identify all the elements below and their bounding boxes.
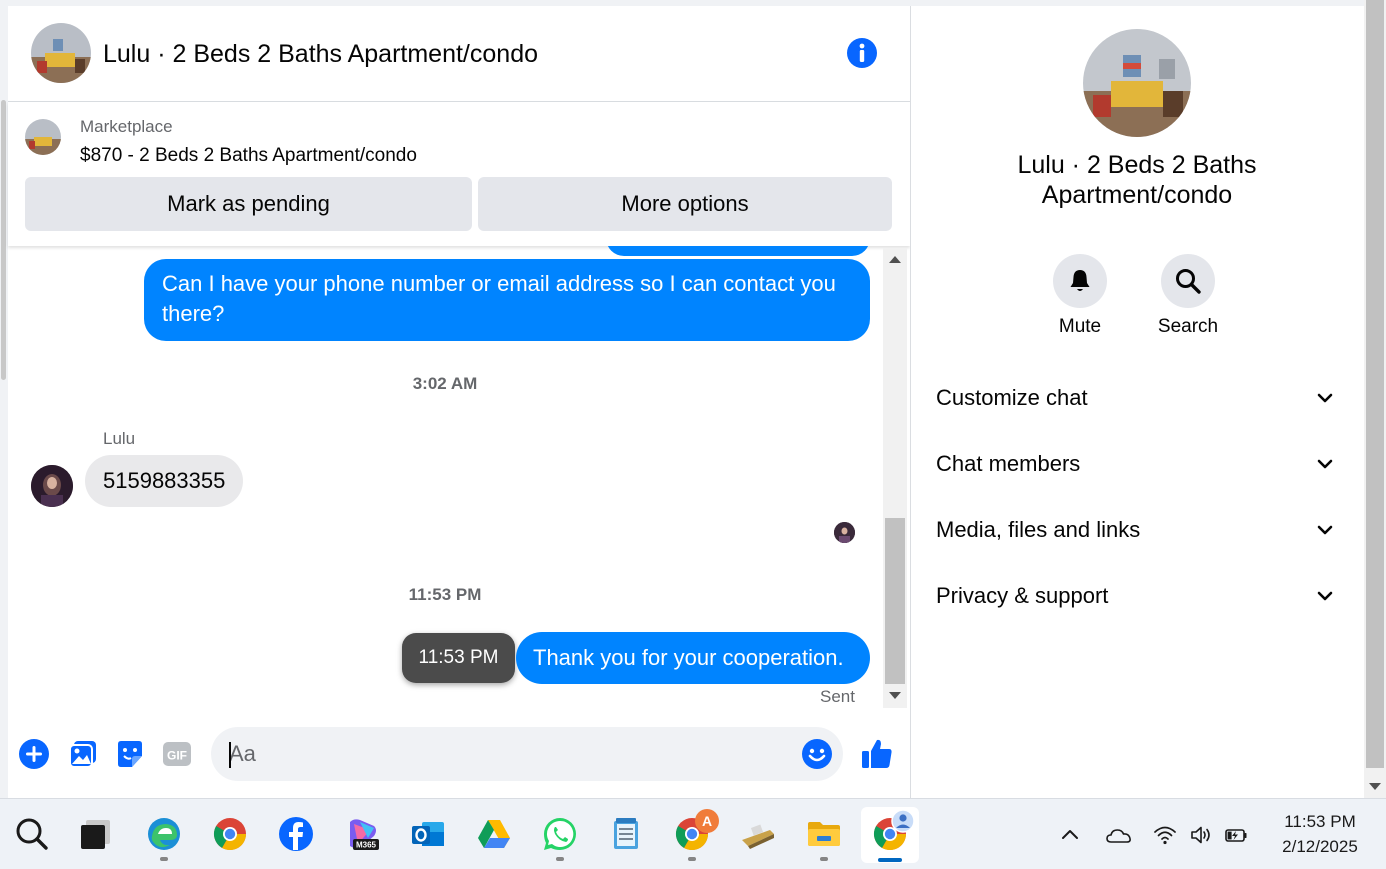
time-tooltip: 11:53 PM (402, 633, 515, 683)
text-caret (229, 742, 231, 768)
section-label: Privacy & support (936, 583, 1109, 608)
chrome-icon[interactable] (212, 816, 248, 852)
task-view-icon[interactable] (78, 816, 114, 852)
timestamp: 11:53 PM (408, 585, 482, 604)
google-drive-icon[interactable] (476, 816, 512, 852)
marketplace-label: Marketplace (80, 117, 173, 136)
clock-time[interactable]: 11:53 PM (1262, 812, 1378, 832)
mute-button[interactable] (1053, 254, 1107, 308)
svg-text:GIF: GIF (167, 749, 187, 763)
whatsapp-icon[interactable] (542, 816, 578, 852)
photo-icon[interactable] (67, 738, 99, 770)
message-status: Sent (820, 687, 855, 706)
page-scroll-thumb[interactable] (1366, 0, 1384, 768)
volume-icon[interactable] (1189, 823, 1213, 847)
sender-avatar[interactable] (31, 465, 73, 507)
clock-date[interactable]: 2/12/2025 (1262, 837, 1378, 857)
running-indicator (160, 857, 168, 861)
outlook-icon[interactable] (410, 816, 446, 852)
edge-icon[interactable] (146, 816, 182, 852)
m365-copilot-icon[interactable]: M365 (344, 816, 380, 852)
onedrive-cloud-icon[interactable] (1105, 823, 1133, 847)
scroll-thumb[interactable] (885, 518, 905, 684)
listing-thumbnail[interactable] (25, 119, 61, 155)
chevron-down-icon (1317, 393, 1333, 403)
section-label: Media, files and links (936, 517, 1141, 542)
scroll-down-arrow-icon[interactable] (889, 692, 901, 699)
listing-summary[interactable]: $870 - 2 Beds 2 Baths Apartment/condo (80, 145, 417, 167)
running-indicator (556, 857, 564, 861)
wifi-icon[interactable] (1153, 823, 1177, 847)
section-customize-chat[interactable]: Customize chat (911, 365, 1364, 431)
taskbar: M365 A 11:53 PM 2/12/2025 (0, 798, 1386, 869)
sender-name: Lulu (103, 429, 136, 448)
more-options-button[interactable]: More options (478, 177, 892, 231)
search-icon[interactable] (14, 816, 50, 852)
section-chat-members[interactable]: Chat members (911, 431, 1364, 497)
chat-header: Lulu · 2 Beds 2 Baths Apartment/condo (8, 6, 910, 102)
mute-label: Mute (1058, 316, 1102, 337)
running-indicator (820, 857, 828, 861)
file-explorer-icon[interactable] (806, 816, 842, 852)
m365-badge: M365 (356, 841, 377, 850)
scroll-down-arrow-icon[interactable] (1369, 783, 1381, 790)
chat-info-panel: Lulu · 2 Beds 2 Baths Apartment/condo Mu… (911, 6, 1364, 798)
thumbs-up-icon[interactable] (859, 736, 895, 772)
search-button[interactable] (1161, 254, 1215, 308)
section-label: Customize chat (936, 385, 1088, 410)
search-icon (1176, 269, 1201, 294)
message-input[interactable] (211, 727, 843, 781)
file-tool-icon[interactable] (740, 816, 776, 852)
message-scrollbar[interactable] (883, 248, 907, 708)
bell-icon (1070, 270, 1090, 291)
section-privacy-support[interactable]: Privacy & support (911, 563, 1364, 629)
search-label: Search (1157, 316, 1219, 337)
facebook-icon[interactable] (278, 816, 314, 852)
timestamp: 3:02 AM (412, 374, 478, 393)
page-scrollbar[interactable] (1364, 0, 1386, 798)
outgoing-message[interactable]: Can I have your phone number or email ad… (144, 259, 870, 341)
left-scroll-thumb[interactable] (1, 100, 6, 380)
active-indicator (878, 858, 902, 862)
section-label: Chat members (936, 451, 1081, 476)
running-indicator (688, 857, 696, 861)
composer: GIF (8, 711, 910, 798)
profile-badge: A (695, 809, 719, 833)
chevron-up-icon[interactable] (1058, 823, 1082, 847)
info-icon[interactable] (846, 37, 878, 69)
section-media-files-links[interactable]: Media, files and links (911, 497, 1364, 563)
listing-avatar-large[interactable] (1083, 29, 1191, 137)
previous-message-bubble[interactable] (606, 246, 870, 256)
scroll-up-arrow-icon[interactable] (889, 256, 901, 263)
notepad-icon[interactable] (608, 816, 644, 852)
listing-avatar[interactable] (31, 23, 91, 83)
mark-as-pending-button[interactable]: Mark as pending (25, 177, 472, 231)
sticker-icon[interactable] (114, 738, 146, 770)
plus-icon[interactable] (18, 738, 50, 770)
outgoing-message[interactable]: Thank you for your cooperation. (516, 632, 870, 684)
battery-icon[interactable] (1224, 823, 1248, 847)
incoming-message[interactable]: 5159883355 (85, 455, 244, 507)
chevron-down-icon (1317, 459, 1333, 469)
marketplace-banner: Marketplace $870 - 2 Beds 2 Baths Apartm… (8, 102, 910, 246)
chevron-down-icon (1317, 525, 1333, 535)
chat-title[interactable]: Lulu · 2 Beds 2 Baths Apartment/condo (103, 40, 538, 69)
message-list[interactable]: Can I have your phone number or email ad… (8, 246, 882, 711)
panel-title: Lulu · 2 Beds 2 Baths Apartment/condo (1017, 151, 1257, 209)
profile-avatar-icon (891, 809, 915, 833)
emoji-icon[interactable] (801, 738, 833, 770)
chevron-down-icon (1317, 591, 1333, 601)
seen-avatar (834, 522, 855, 543)
gif-icon[interactable]: GIF (161, 738, 193, 770)
